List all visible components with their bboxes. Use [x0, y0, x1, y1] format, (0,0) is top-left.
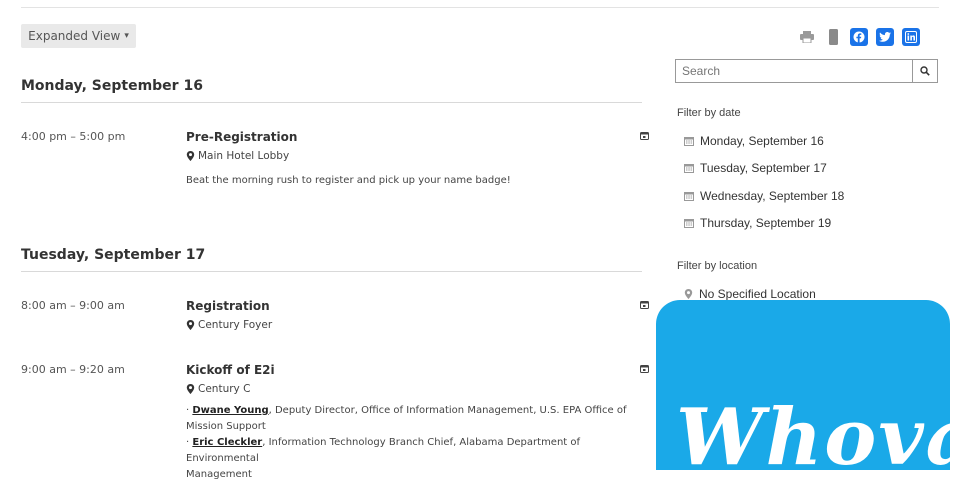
speaker-name-link[interactable]: Dwane Young — [192, 405, 268, 416]
facebook-icon — [853, 31, 865, 43]
event-time: 9:00 am – 9:20 am — [21, 363, 125, 376]
search-button[interactable] — [912, 59, 938, 83]
day-header-tuesday: Tuesday, September 17 — [21, 247, 642, 272]
share-toolbar — [798, 28, 920, 46]
event-time: 4:00 pm – 5:00 pm — [21, 130, 126, 143]
filter-date-item[interactable]: Thursday, September 19 — [684, 216, 831, 230]
event-location-label: Main Hotel Lobby — [198, 150, 290, 162]
event-location: Century Foyer — [186, 319, 272, 331]
mobile-button[interactable] — [824, 28, 842, 46]
mobile-icon — [828, 29, 838, 45]
day-header-monday: Monday, September 16 — [21, 78, 642, 103]
speaker-line: Management — [186, 467, 651, 483]
calendar-icon — [684, 192, 694, 201]
event-location-label: Century C — [198, 383, 251, 395]
event-title[interactable]: Pre-Registration — [186, 130, 297, 144]
expanded-view-label: Expanded View — [28, 29, 121, 43]
speaker-line: · Eric Cleckler, Information Technology … — [186, 437, 581, 464]
print-button[interactable] — [798, 28, 816, 46]
linkedin-share-button[interactable] — [902, 28, 920, 46]
filter-date-item[interactable]: Monday, September 16 — [684, 134, 824, 148]
event-title[interactable]: Kickoff of E2i — [186, 363, 275, 377]
caret-down-icon: ▾ — [124, 31, 129, 41]
search-input[interactable] — [675, 59, 913, 83]
calendar-icon — [684, 219, 694, 228]
filter-date-item[interactable]: Wednesday, September 18 — [684, 189, 844, 203]
filter-date-label: Wednesday, September 18 — [700, 189, 845, 203]
event-time: 8:00 am – 9:00 am — [21, 299, 125, 312]
add-to-calendar-icon[interactable] — [640, 131, 649, 140]
filter-date-item[interactable]: Tuesday, September 17 — [684, 161, 827, 175]
search-icon — [920, 66, 930, 76]
expanded-view-dropdown[interactable]: Expanded View ▾ — [21, 24, 136, 48]
map-marker-icon — [684, 289, 693, 299]
add-to-calendar-icon[interactable] — [640, 300, 649, 309]
filter-date-label: Monday, September 16 — [700, 134, 824, 148]
event-title[interactable]: Registration — [186, 299, 270, 313]
filter-location-item[interactable]: No Specified Location — [684, 287, 816, 301]
map-marker-icon — [186, 320, 195, 330]
filter-date-label: Tuesday, September 17 — [700, 161, 827, 175]
event-speakers: · Dwane Young, Deputy Director, Office o… — [186, 403, 651, 483]
speaker-line: · Dwane Young, Deputy Director, Office o… — [186, 405, 627, 432]
filter-date-label: Thursday, September 19 — [700, 216, 832, 230]
whova-promo-banner[interactable]: Whova — [656, 300, 950, 470]
print-icon — [800, 31, 814, 43]
map-marker-icon — [186, 151, 195, 161]
calendar-icon — [684, 137, 694, 146]
event-location-label: Century Foyer — [198, 319, 273, 331]
event-location: Main Hotel Lobby — [186, 150, 289, 162]
add-to-calendar-icon[interactable] — [640, 364, 649, 373]
top-divider — [21, 7, 939, 8]
filter-location-label: No Specified Location — [699, 287, 816, 301]
filter-by-date-label: Filter by date — [677, 107, 741, 119]
event-location: Century C — [186, 383, 250, 395]
twitter-share-button[interactable] — [876, 28, 894, 46]
calendar-icon — [684, 164, 694, 173]
speaker-name-link[interactable]: Eric Cleckler — [192, 437, 262, 448]
linkedin-icon — [905, 31, 917, 43]
filter-by-location-label: Filter by location — [677, 260, 758, 272]
speaker-role: Management — [186, 469, 252, 480]
twitter-icon — [879, 32, 891, 42]
whova-promo-text: Whova — [676, 392, 950, 470]
facebook-share-button[interactable] — [850, 28, 868, 46]
map-marker-icon — [186, 384, 195, 394]
event-description: Beat the morning rush to register and pi… — [186, 175, 511, 186]
